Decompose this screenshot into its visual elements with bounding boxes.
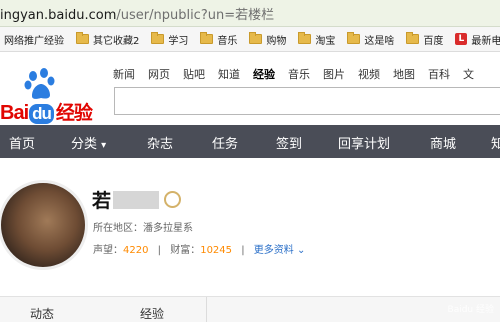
- wealth-value: 10245: [200, 245, 233, 256]
- url-path: /user/npublic?un=若楼栏: [116, 7, 275, 23]
- bookmark-label: 淘宝: [315, 35, 336, 47]
- stats-row: 声望：4220 | 财富：10245 | 更多资料 ⌄: [93, 241, 305, 256]
- url-text[interactable]: ingyan.baidu.com/user/npublic?un=若楼栏: [0, 4, 274, 23]
- folder-icon: [298, 32, 312, 44]
- bookmark-label: 学习: [168, 35, 189, 47]
- bookmark-label: 最新电影: [471, 35, 500, 47]
- bookmark-item[interactable]: L 最新电影: [455, 32, 500, 47]
- more-info-label: 更多资料: [253, 245, 294, 256]
- user-name: 若: [92, 186, 182, 213]
- logo-jingyan: 经验: [55, 103, 93, 124]
- red-l-icon: L: [455, 33, 468, 45]
- nav-magazine[interactable]: 杂志: [147, 133, 173, 152]
- location-label: 所在地区：: [93, 223, 143, 234]
- nav-share-plan[interactable]: 回享计划: [338, 133, 390, 152]
- bookmark-label: 百度: [423, 35, 444, 47]
- folder-icon: [76, 32, 89, 44]
- top-nav-item[interactable]: 视频: [358, 66, 380, 82]
- folder-icon: [249, 32, 263, 44]
- chevron-down-icon: ⌄: [296, 245, 306, 256]
- bookmark-item[interactable]: 其它收藏2: [76, 32, 139, 47]
- bookmark-label: 这是啥: [364, 35, 395, 47]
- tab-divider: [206, 297, 207, 322]
- medal-icon: [164, 191, 182, 208]
- user-name-text: 若: [92, 190, 112, 212]
- folder-icon: [406, 32, 420, 44]
- top-nav-item[interactable]: 知道: [218, 66, 240, 82]
- top-nav-item-active[interactable]: 经验: [253, 66, 275, 82]
- nav-tasks[interactable]: 任务: [212, 133, 238, 152]
- folder-icon: [347, 32, 361, 44]
- bookmark-label: 音乐: [217, 35, 238, 47]
- tab-activity[interactable]: 动态: [30, 305, 54, 322]
- bookmark-item[interactable]: 淘宝: [298, 32, 335, 47]
- tab-experience[interactable]: 经验: [140, 305, 164, 322]
- folder-icon: [151, 32, 165, 44]
- divider: |: [157, 245, 162, 256]
- bookmark-item[interactable]: 网络推广经验: [4, 32, 64, 47]
- bookmark-item[interactable]: 音乐: [200, 32, 237, 47]
- search-input[interactable]: [114, 87, 500, 115]
- chevron-down-icon: ▾: [101, 140, 107, 151]
- bookmark-item[interactable]: 百度: [406, 32, 443, 47]
- logo-text: Bai du 经验: [0, 98, 93, 125]
- prestige-value: 4220: [123, 245, 149, 256]
- watermark: Baidu 经验: [447, 305, 494, 315]
- location-value: 潘多拉星系: [143, 223, 193, 234]
- profile-section: 若 所在地区：潘多拉星系 声望：4220 | 财富：10245 | 更多资料 ⌄: [0, 158, 500, 288]
- nav-category[interactable]: 分类 ▾: [71, 133, 106, 152]
- main-nav: 首页 分类 ▾ 杂志 任务 签到 回享计划 商城 知: [0, 125, 500, 158]
- top-nav-item[interactable]: 文: [463, 66, 474, 82]
- bookmarks-bar: 网络推广经验 其它收藏2 学习 音乐 购物 淘宝 这是啥 百度 L 最新电影: [0, 27, 500, 52]
- prestige-label: 声望：: [93, 245, 123, 256]
- divider: |: [241, 245, 245, 256]
- site-header: Bai du 经验 新闻 网页 贴吧 知道 经验 音乐 图片 视频 地图 百科 文: [0, 52, 500, 124]
- bookmark-label: 其它收藏2: [93, 35, 140, 47]
- nav-home[interactable]: 首页: [9, 133, 35, 152]
- url-host: ingyan.baidu.com: [0, 7, 117, 23]
- more-info-link[interactable]: 更多资料 ⌄: [254, 245, 306, 256]
- nav-more[interactable]: 知: [491, 133, 500, 152]
- nav-category-label: 分类: [71, 137, 98, 152]
- profile-tabs: 动态 经验: [0, 296, 500, 322]
- address-bar[interactable]: ingyan.baidu.com/user/npublic?un=若楼栏: [0, 0, 500, 27]
- bookmark-label: 购物: [266, 35, 287, 47]
- top-nav-item[interactable]: 地图: [393, 66, 415, 82]
- bookmark-label: 网络推广经验: [4, 35, 64, 47]
- folder-icon: [200, 32, 214, 44]
- top-nav-item[interactable]: 音乐: [288, 66, 310, 82]
- avatar[interactable]: [0, 180, 88, 270]
- nav-checkin[interactable]: 签到: [276, 133, 302, 152]
- blurred-name: [113, 190, 160, 209]
- top-nav-item[interactable]: 新闻: [113, 66, 135, 82]
- nav-mall[interactable]: 商城: [430, 133, 456, 152]
- location: 所在地区：潘多拉星系: [93, 219, 193, 234]
- top-nav-item[interactable]: 百科: [428, 66, 450, 82]
- top-nav-item[interactable]: 图片: [323, 66, 345, 82]
- logo-bai: Bai: [0, 102, 29, 124]
- logo-du: du: [29, 104, 54, 124]
- wealth-label: 财富：: [170, 245, 201, 256]
- top-nav-item[interactable]: 网页: [148, 66, 170, 82]
- bookmark-item[interactable]: 学习: [151, 32, 188, 47]
- bookmark-item[interactable]: 购物: [249, 32, 286, 47]
- top-nav-item[interactable]: 贴吧: [183, 66, 205, 82]
- paw-icon: [24, 68, 55, 99]
- bookmark-item[interactable]: 这是啥: [347, 32, 394, 47]
- top-nav: 新闻 网页 贴吧 知道 经验 音乐 图片 视频 地图 百科 文: [113, 66, 487, 82]
